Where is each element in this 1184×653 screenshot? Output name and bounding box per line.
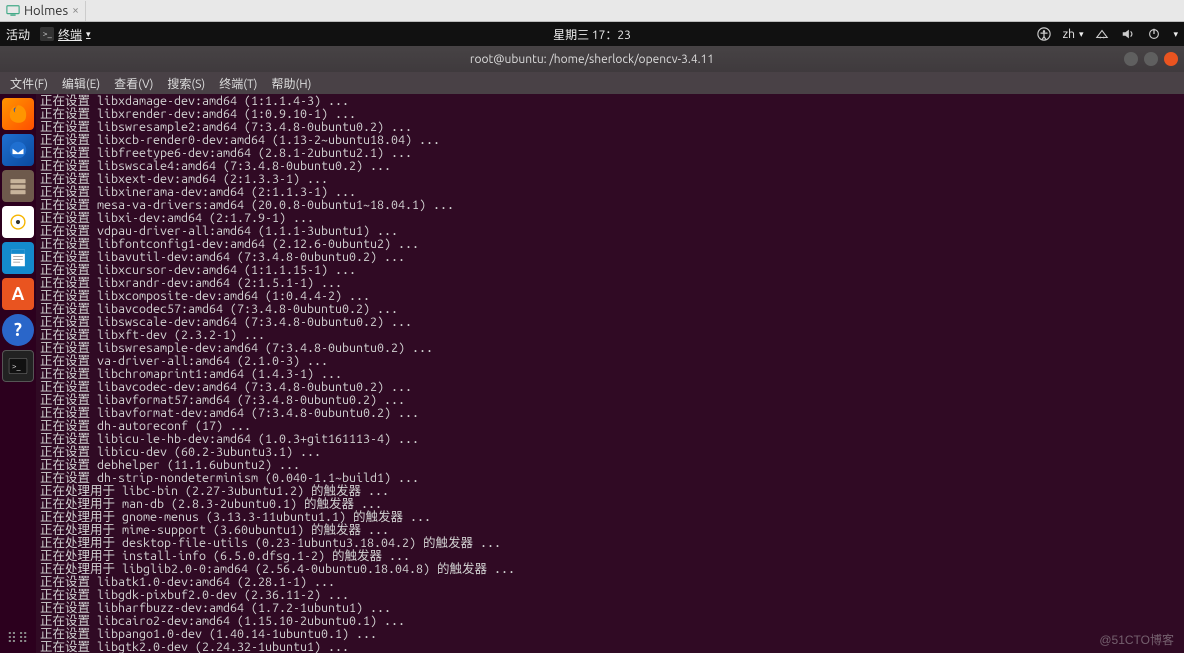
ubuntu-top-panel: 活动 >_ 终端 ▾ 星期三 17：23 zh ▾ ▾ bbox=[0, 22, 1184, 46]
terminal-line: 正在设置 libgtk2.0-dev (2.24.32-1ubuntu1) ..… bbox=[40, 641, 1180, 653]
launcher-dock: A ? >_ ⠿⠿ bbox=[0, 94, 36, 653]
panel-clock[interactable]: 星期三 17：23 bbox=[553, 26, 631, 43]
menu-search[interactable]: 搜索(S) bbox=[167, 75, 205, 92]
watermark-text: @51CTO博客 bbox=[1099, 634, 1174, 647]
launcher-ubuntu-software[interactable]: A bbox=[2, 278, 34, 310]
activities-button[interactable]: 活动 bbox=[6, 26, 30, 43]
menu-edit[interactable]: 编辑(E) bbox=[62, 75, 100, 92]
menu-file[interactable]: 文件(F) bbox=[10, 75, 48, 92]
terminal-output[interactable]: 正在设置 libxdamage-dev:amd64 (1:1.1.4-3) ..… bbox=[36, 94, 1184, 653]
launcher-rhythmbox[interactable] bbox=[2, 206, 34, 238]
terminal-menu-bar: 文件(F) 编辑(E) 查看(V) 搜索(S) 终端(T) 帮助(H) bbox=[0, 72, 1184, 94]
language-label: zh bbox=[1063, 28, 1075, 41]
host-tab-holmes[interactable]: Holmes × bbox=[0, 1, 86, 21]
launcher-terminal[interactable]: >_ bbox=[2, 350, 34, 382]
launcher-files[interactable] bbox=[2, 170, 34, 202]
window-close-button[interactable] bbox=[1164, 52, 1178, 66]
accessibility-icon[interactable] bbox=[1037, 27, 1051, 41]
menu-terminal[interactable]: 终端(T) bbox=[219, 75, 257, 92]
question-icon: ? bbox=[14, 320, 22, 340]
window-title-bar: root@ubuntu: /home/sherlock/opencv-3.4.1… bbox=[0, 46, 1184, 72]
app-menu[interactable]: >_ 终端 ▾ bbox=[40, 26, 91, 43]
window-maximize-button[interactable] bbox=[1144, 52, 1158, 66]
language-indicator[interactable]: zh ▾ bbox=[1063, 28, 1084, 41]
window-title-text: root@ubuntu: /home/sherlock/opencv-3.4.1… bbox=[470, 53, 714, 66]
monitor-icon bbox=[6, 4, 20, 18]
close-icon[interactable]: × bbox=[72, 4, 79, 17]
svg-text:>_: >_ bbox=[12, 361, 22, 371]
launcher-libreoffice-writer[interactable] bbox=[2, 242, 34, 274]
volume-icon[interactable] bbox=[1121, 27, 1135, 41]
launcher-help[interactable]: ? bbox=[2, 314, 34, 346]
shopping-bag-icon: A bbox=[12, 284, 25, 304]
window-minimize-button[interactable] bbox=[1124, 52, 1138, 66]
host-tab-bar: Holmes × bbox=[0, 0, 1184, 22]
network-icon[interactable] bbox=[1095, 27, 1109, 41]
show-applications-icon[interactable]: ⠿⠿ bbox=[7, 630, 30, 647]
menu-view[interactable]: 查看(V) bbox=[114, 75, 153, 92]
chevron-down-icon: ▾ bbox=[86, 29, 91, 40]
launcher-firefox[interactable] bbox=[2, 98, 34, 130]
chevron-down-icon: ▾ bbox=[1079, 29, 1084, 40]
launcher-thunderbird[interactable] bbox=[2, 134, 34, 166]
menu-help[interactable]: 帮助(H) bbox=[271, 75, 311, 92]
power-icon[interactable] bbox=[1147, 27, 1161, 41]
svg-text:>_: >_ bbox=[43, 29, 53, 39]
host-tab-label: Holmes bbox=[24, 4, 68, 18]
terminal-app-icon: >_ bbox=[40, 27, 54, 41]
app-menu-label: 终端 bbox=[58, 26, 82, 43]
chevron-down-icon: ▾ bbox=[1173, 29, 1178, 40]
